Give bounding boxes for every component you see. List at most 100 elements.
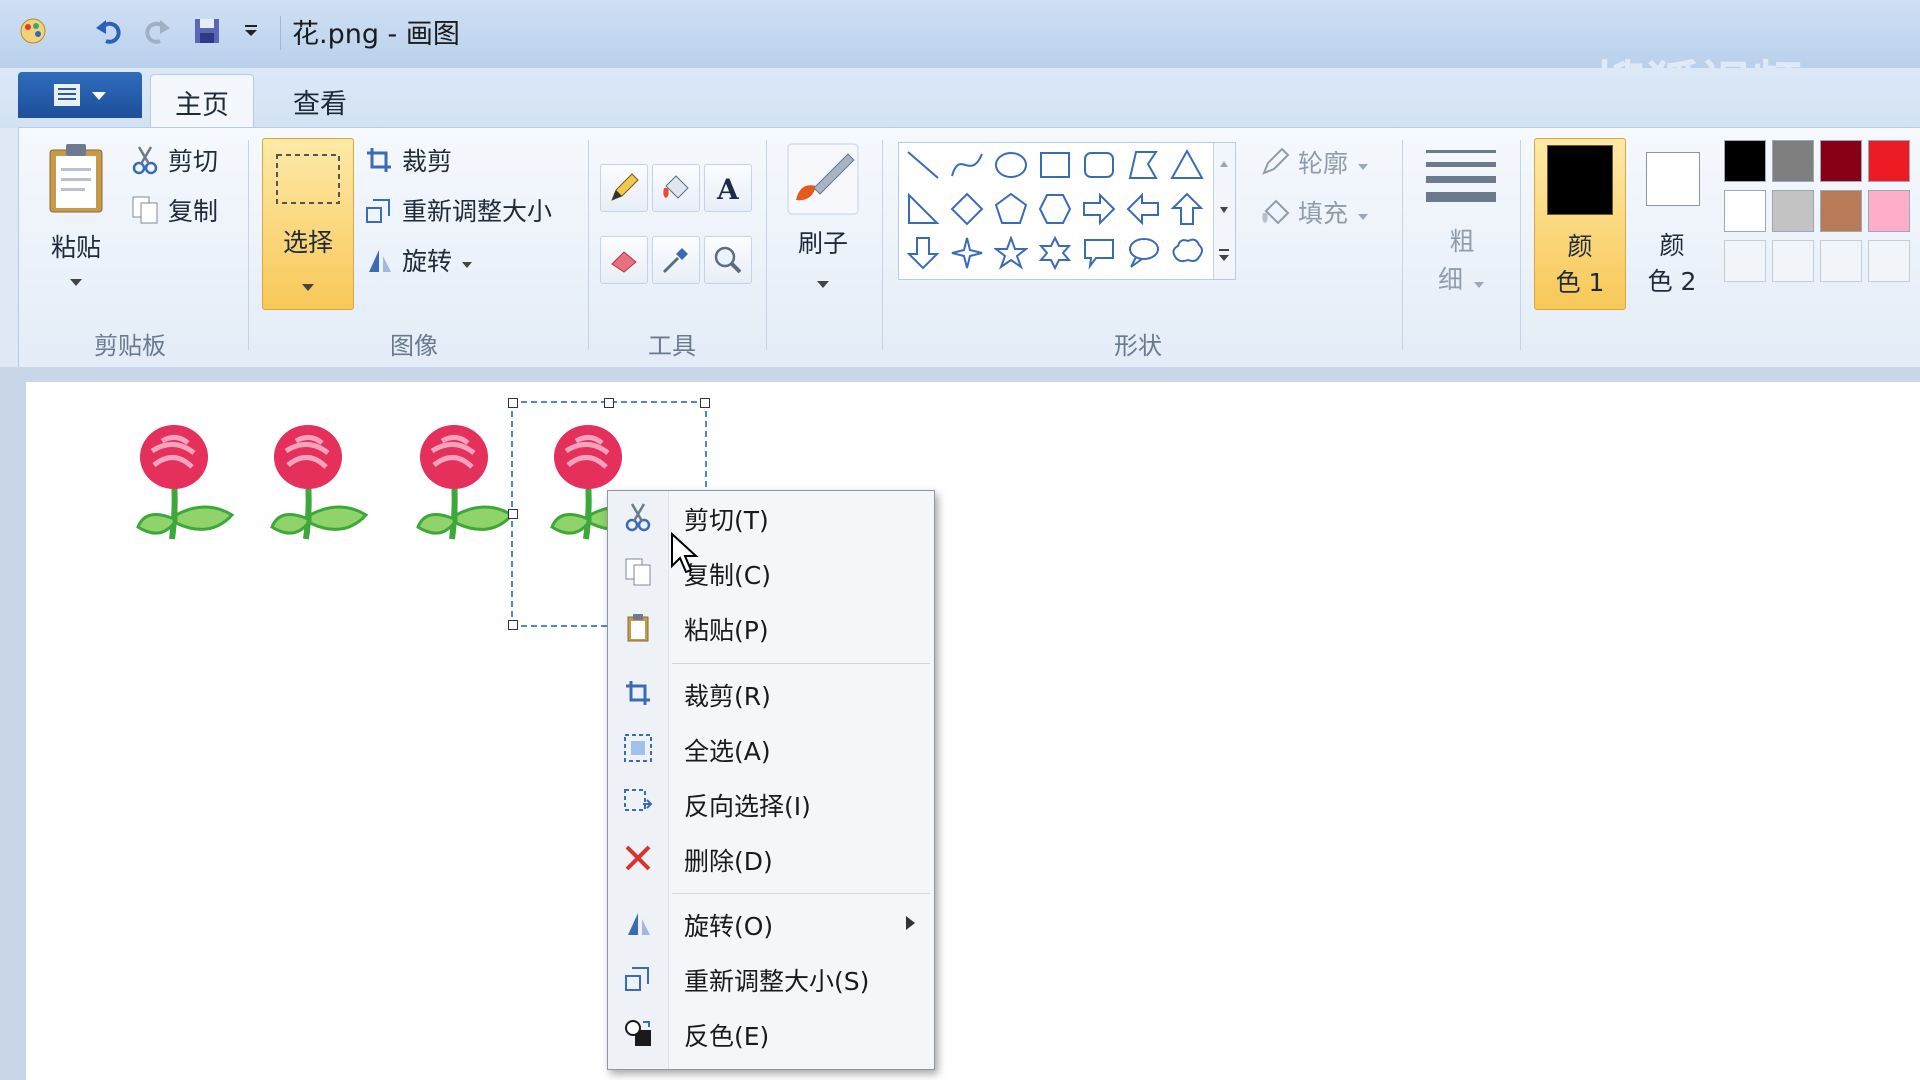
palette-swatch-r2-c2[interactable]: [1772, 190, 1814, 232]
paste-button[interactable]: 粘贴: [44, 140, 108, 290]
selection-handle[interactable]: [700, 398, 710, 408]
ribbon-separator: [1402, 140, 1403, 350]
crop-button[interactable]: 裁剪: [364, 142, 452, 178]
size-button[interactable]: 粗 细: [1420, 140, 1504, 300]
diamond-shape[interactable]: [949, 191, 985, 227]
resize-icon: [364, 195, 394, 225]
paint-bucket-icon: [663, 175, 689, 199]
undo-icon[interactable]: [92, 14, 126, 48]
color-picker-tool[interactable]: [652, 236, 700, 284]
shape-gallery: [898, 142, 1236, 280]
selection-handle[interactable]: [508, 509, 518, 519]
palette-swatch-r1-c3[interactable]: [1820, 140, 1862, 182]
polygon-shape[interactable]: [1125, 147, 1161, 183]
crop-icon: [364, 145, 394, 175]
selection-handle[interactable]: [604, 398, 614, 408]
pencil-tool[interactable]: [600, 164, 648, 212]
menu-item-cut[interactable]: 剪切(T): [608, 491, 934, 543]
eraser-tool[interactable]: [600, 236, 648, 284]
invert-color-icon: [622, 1017, 654, 1049]
four-point-star-shape[interactable]: [949, 235, 985, 271]
pentagon-shape[interactable]: [993, 191, 1029, 227]
five-point-star-shape[interactable]: [993, 235, 1029, 271]
svg-text:A: A: [716, 173, 740, 204]
right-arrow-shape[interactable]: [1081, 191, 1117, 227]
mouse-pointer-icon: [670, 531, 700, 580]
color2-label-top: 颜: [1659, 231, 1685, 260]
color1-button[interactable]: 颜 色 1: [1534, 138, 1626, 310]
rectangle-shape[interactable]: [1037, 147, 1073, 183]
menu-item-delete[interactable]: 删除(D): [608, 832, 934, 884]
palette-swatch-empty[interactable]: [1868, 240, 1910, 282]
palette-swatch-empty[interactable]: [1772, 240, 1814, 282]
palette-swatch-r1-c4[interactable]: [1868, 140, 1910, 182]
title-separator: [280, 16, 281, 50]
flower-drawings: [26, 382, 1920, 1080]
drawing-canvas[interactable]: [26, 382, 1920, 1080]
select-label: 选择: [282, 228, 333, 257]
paint-menu-button[interactable]: [18, 72, 142, 118]
six-point-star-shape[interactable]: [1037, 235, 1073, 271]
palette-swatch-r2-c4[interactable]: [1868, 190, 1910, 232]
oval-callout-shape[interactable]: [1125, 235, 1161, 271]
rotate-button[interactable]: 旋转: [364, 242, 473, 278]
menu-item-invert-color[interactable]: 反色(E): [608, 1007, 934, 1059]
menu-item-label: 反向选择(I): [684, 792, 811, 821]
line-size-icon: [1426, 150, 1496, 202]
menu-item-crop[interactable]: 裁剪(R): [608, 667, 934, 719]
cut-button[interactable]: 剪切: [130, 142, 218, 178]
menu-item-select-all[interactable]: 全选(A): [608, 722, 934, 774]
copy-button[interactable]: 复制: [130, 192, 218, 228]
save-icon[interactable]: [190, 14, 224, 48]
palette-swatch-empty[interactable]: [1724, 240, 1766, 282]
text-icon: A: [716, 173, 740, 204]
fill-bucket-icon: [1260, 197, 1290, 227]
rectangular-callout-shape[interactable]: [1081, 235, 1117, 271]
palette-swatch-r1-c1[interactable]: [1724, 140, 1766, 182]
outline-button[interactable]: 轮廓: [1260, 144, 1369, 180]
menu-item-paste[interactable]: 粘贴(P): [608, 601, 934, 653]
tab-home[interactable]: 主页: [150, 74, 254, 129]
magnifier-icon: [714, 246, 742, 274]
palette-swatch-r1-c2[interactable]: [1772, 140, 1814, 182]
menu-item-copy[interactable]: 复制(C): [608, 546, 934, 598]
tab-view[interactable]: 查看: [270, 74, 370, 128]
palette-swatch-empty[interactable]: [1820, 240, 1862, 282]
cloud-callout-shape[interactable]: [1169, 235, 1205, 271]
selection-handle[interactable]: [508, 398, 518, 408]
right-triangle-shape[interactable]: [905, 191, 941, 227]
palette-swatch-r2-c1[interactable]: [1724, 190, 1766, 232]
up-arrow-shape[interactable]: [1169, 191, 1205, 227]
triangle-shape[interactable]: [1169, 147, 1205, 183]
menu-item-resize[interactable]: 重新调整大小(S): [608, 952, 934, 1004]
paint-app-icon[interactable]: [16, 14, 50, 48]
text-tool[interactable]: A: [704, 164, 752, 212]
fill-tool[interactable]: [652, 164, 700, 212]
left-arrow-shape[interactable]: [1125, 191, 1161, 227]
color2-button[interactable]: 颜 色 2: [1630, 138, 1714, 308]
curve-shape[interactable]: [949, 147, 985, 183]
magnifier-tool[interactable]: [704, 236, 752, 284]
ribbon-separator: [766, 140, 767, 350]
palette-swatch-r2-c3[interactable]: [1820, 190, 1862, 232]
menu-item-label: 重新调整大小(S): [684, 967, 870, 996]
menu-item-label: 旋转(O): [684, 912, 774, 941]
rounded-rectangle-shape[interactable]: [1081, 147, 1117, 183]
quick-access-dropdown-icon[interactable]: [234, 14, 268, 48]
select-button[interactable]: 选择: [262, 138, 354, 310]
hexagon-shape[interactable]: [1037, 191, 1073, 227]
brushes-button[interactable]: 刷子: [784, 140, 862, 290]
menu-item-rotate[interactable]: 旋转(O): [608, 897, 934, 949]
oval-shape[interactable]: [993, 147, 1029, 183]
resize-button[interactable]: 重新调整大小: [364, 192, 552, 228]
color1-label-bottom: 色 1: [1555, 268, 1605, 297]
menu-item-invert-selection[interactable]: 反向选择(I): [608, 777, 934, 829]
down-arrow-shape[interactable]: [905, 235, 941, 271]
ribbon-separator: [1520, 140, 1521, 350]
redo-icon[interactable]: [140, 14, 174, 48]
line-shape[interactable]: [905, 147, 941, 183]
selection-handle[interactable]: [508, 620, 518, 630]
shape-gallery-scrollbar[interactable]: [1213, 143, 1235, 279]
fill-button[interactable]: 填充: [1260, 194, 1369, 230]
copy-icon: [130, 195, 160, 225]
